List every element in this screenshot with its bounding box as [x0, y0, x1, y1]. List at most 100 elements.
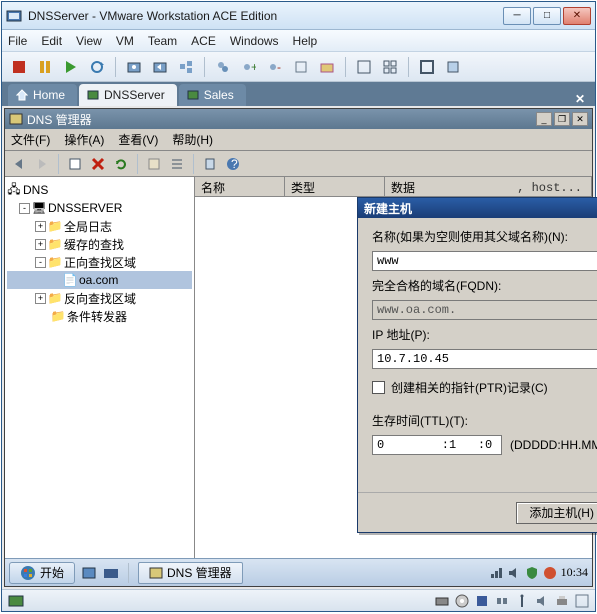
- col-type[interactable]: 类型: [285, 177, 385, 196]
- tree-global-log[interactable]: 全局日志: [64, 218, 112, 235]
- status-usb-icon[interactable]: [515, 594, 529, 608]
- status-expand-icon[interactable]: [575, 594, 589, 608]
- expander-icon[interactable]: +: [35, 239, 46, 250]
- dns-close-button[interactable]: ✕: [572, 112, 588, 126]
- tree-zone-oa[interactable]: oa.com: [79, 273, 118, 287]
- folder-icon: 📁: [48, 237, 62, 251]
- menu-ace[interactable]: ACE: [191, 34, 216, 48]
- dns-menu-action[interactable]: 操作(A): [64, 131, 104, 148]
- snapshot-icon[interactable]: [123, 56, 145, 78]
- ttl-input[interactable]: [372, 435, 502, 455]
- ptr-checkbox[interactable]: [372, 381, 385, 394]
- menu-file[interactable]: File: [8, 34, 27, 48]
- tray-shield-icon[interactable]: [525, 566, 539, 580]
- menu-view[interactable]: View: [76, 34, 102, 48]
- team-add-icon[interactable]: +: [238, 56, 260, 78]
- tabstrip-close-icon[interactable]: ✕: [571, 92, 589, 106]
- ip-input[interactable]: [372, 349, 597, 369]
- minimize-button[interactable]: ─: [503, 7, 531, 25]
- team-settings-icon[interactable]: [290, 56, 312, 78]
- toolbar-separator: [345, 57, 346, 77]
- view-multi-icon[interactable]: [379, 56, 401, 78]
- team-folder-icon[interactable]: [316, 56, 338, 78]
- team-remove-icon[interactable]: -: [264, 56, 286, 78]
- snapshot-revert-icon[interactable]: [149, 56, 171, 78]
- forward-icon[interactable]: [32, 154, 52, 174]
- help-icon[interactable]: ?: [223, 154, 243, 174]
- dialog-title-text: 新建主机: [364, 200, 412, 217]
- dns-menu-view[interactable]: 查看(V): [118, 131, 158, 148]
- tab-sales[interactable]: Sales: [179, 84, 246, 106]
- toolbar-separator: [58, 154, 59, 174]
- status-floppy-icon[interactable]: [475, 594, 489, 608]
- snapshot-manager-icon[interactable]: [175, 56, 197, 78]
- tree-forward-zone[interactable]: 正向查找区域: [64, 254, 136, 271]
- tree-server[interactable]: DNSSERVER: [48, 201, 122, 215]
- dns-tree[interactable]: 🖧DNS -🖥DNSSERVER +📁全局日志 +📁缓存的查找 -📁正向查找区域…: [5, 177, 195, 558]
- menu-team[interactable]: Team: [148, 34, 177, 48]
- play-icon[interactable]: [60, 56, 82, 78]
- name-input[interactable]: [372, 251, 597, 271]
- status-vm-icon[interactable]: [8, 593, 24, 609]
- col-name[interactable]: 名称: [195, 177, 285, 196]
- dns-menu-help[interactable]: 帮助(H): [172, 131, 213, 148]
- dns-minimize-button[interactable]: _: [536, 112, 552, 126]
- status-network-icon[interactable]: [495, 594, 509, 608]
- status-printer-icon[interactable]: [555, 594, 569, 608]
- expander-icon[interactable]: -: [35, 257, 46, 268]
- tree-reverse-zone[interactable]: 反向查找区域: [64, 290, 136, 307]
- expander-icon[interactable]: +: [35, 293, 46, 304]
- status-hdd-icon[interactable]: [435, 594, 449, 608]
- status-sound-icon[interactable]: [535, 594, 549, 608]
- menu-vm[interactable]: VM: [116, 34, 134, 48]
- unity-icon[interactable]: [442, 56, 464, 78]
- properties-icon[interactable]: [144, 154, 164, 174]
- menu-windows[interactable]: Windows: [230, 34, 279, 48]
- delete-icon[interactable]: [88, 154, 108, 174]
- vm-tabstrip: Home DNSServer Sales ✕: [2, 82, 595, 106]
- back-icon[interactable]: [9, 154, 29, 174]
- taskbar-app-button[interactable]: DNS 管理器: [138, 562, 243, 584]
- tree-cached[interactable]: 缓存的查找: [64, 236, 124, 253]
- view-single-icon[interactable]: [353, 56, 375, 78]
- menu-edit[interactable]: Edit: [41, 34, 62, 48]
- ptr-checkbox-row[interactable]: 创建相关的指针(PTR)记录(C): [372, 379, 597, 396]
- maximize-button[interactable]: □: [533, 7, 561, 25]
- fullscreen-icon[interactable]: [416, 56, 438, 78]
- tray-network-icon[interactable]: [489, 566, 503, 580]
- start-label: 开始: [40, 564, 64, 581]
- reset-icon[interactable]: [86, 56, 108, 78]
- dns-menu-file[interactable]: 文件(F): [11, 131, 50, 148]
- add-icon[interactable]: [65, 154, 85, 174]
- toolbar-separator: [193, 154, 194, 174]
- refresh-icon[interactable]: [111, 154, 131, 174]
- add-host-button[interactable]: 添加主机(H): [516, 502, 597, 524]
- tree-forwarders[interactable]: 条件转发器: [67, 308, 127, 325]
- dns-title-text: DNS 管理器: [27, 111, 92, 128]
- tray-info-icon[interactable]: [543, 566, 557, 580]
- pause-icon[interactable]: [34, 56, 56, 78]
- list-icon[interactable]: [167, 154, 187, 174]
- quick-launch-icon[interactable]: [81, 565, 97, 581]
- stop-icon[interactable]: [8, 56, 30, 78]
- team-icon[interactable]: [212, 56, 234, 78]
- status-cd-icon[interactable]: [455, 594, 469, 608]
- folder-icon: 📁: [48, 255, 62, 269]
- tab-label: Sales: [204, 88, 234, 102]
- dns-toolbar: ?: [5, 151, 592, 177]
- tab-home[interactable]: Home: [8, 84, 77, 106]
- quick-launch-icon[interactable]: [103, 565, 119, 581]
- clock[interactable]: 10:34: [561, 565, 588, 580]
- fqdn-input: [372, 300, 597, 320]
- tray-volume-icon[interactable]: [507, 566, 521, 580]
- start-button[interactable]: 开始: [9, 562, 75, 584]
- vmware-title-text: DNSServer - VMware Workstation ACE Editi…: [28, 9, 503, 23]
- expander-icon[interactable]: +: [35, 221, 46, 232]
- tab-dnsserver[interactable]: DNSServer: [79, 84, 177, 106]
- expander-icon[interactable]: -: [19, 203, 30, 214]
- tree-root[interactable]: DNS: [23, 183, 48, 197]
- dns-restore-button[interactable]: ❐: [554, 112, 570, 126]
- menu-help[interactable]: Help: [293, 34, 318, 48]
- filter-icon[interactable]: [200, 154, 220, 174]
- close-button[interactable]: ✕: [563, 7, 591, 25]
